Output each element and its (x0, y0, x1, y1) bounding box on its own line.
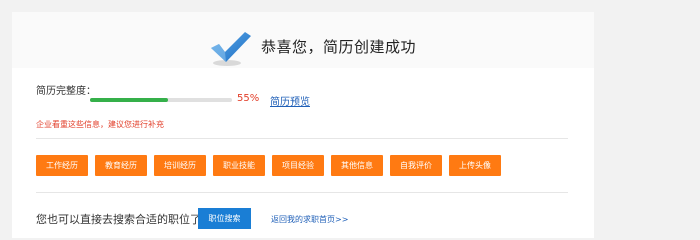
supplement-notice: 企业看重这些信息，建议您进行补充 (36, 120, 164, 129)
page-title: 恭喜您，简历创建成功 (261, 38, 417, 56)
work-experience-button[interactable]: 工作经历 (36, 155, 88, 176)
search-prompt: 您也可以直接去搜索合适的职位了 (36, 213, 201, 226)
training-button[interactable]: 培训经历 (154, 155, 206, 176)
completeness-row: 简历完整度： (36, 81, 96, 97)
completeness-label: 简历完整度： (36, 85, 96, 97)
other-info-button[interactable]: 其他信息 (331, 155, 383, 176)
checkmark-icon (211, 32, 251, 66)
header-band: 恭喜您，简历创建成功 (12, 12, 594, 68)
education-button[interactable]: 教育经历 (95, 155, 147, 176)
completeness-percent: 55% (237, 93, 260, 104)
success-card: 恭喜您，简历创建成功 简历完整度： 55% 简历预览 企业看重这些信息，建议您进… (12, 12, 594, 238)
project-experience-button[interactable]: 项目经验 (272, 155, 324, 176)
completeness-progress-fill (90, 98, 169, 102)
resume-preview-link[interactable]: 简历预览 (270, 93, 310, 108)
job-search-button[interactable]: 职位搜索 (198, 208, 251, 229)
back-to-home-link[interactable]: 返回我的求职首页>> (271, 214, 348, 225)
upload-avatar-button[interactable]: 上传头像 (449, 155, 501, 176)
divider-top (36, 138, 568, 139)
completeness-progress-bar (90, 98, 232, 102)
page: 恭喜您，简历创建成功 简历完整度： 55% 简历预览 企业看重这些信息，建议您进… (0, 0, 700, 238)
self-evaluation-button[interactable]: 自我评价 (390, 155, 442, 176)
skills-button[interactable]: 职业技能 (213, 155, 265, 176)
divider-bottom (36, 192, 568, 193)
